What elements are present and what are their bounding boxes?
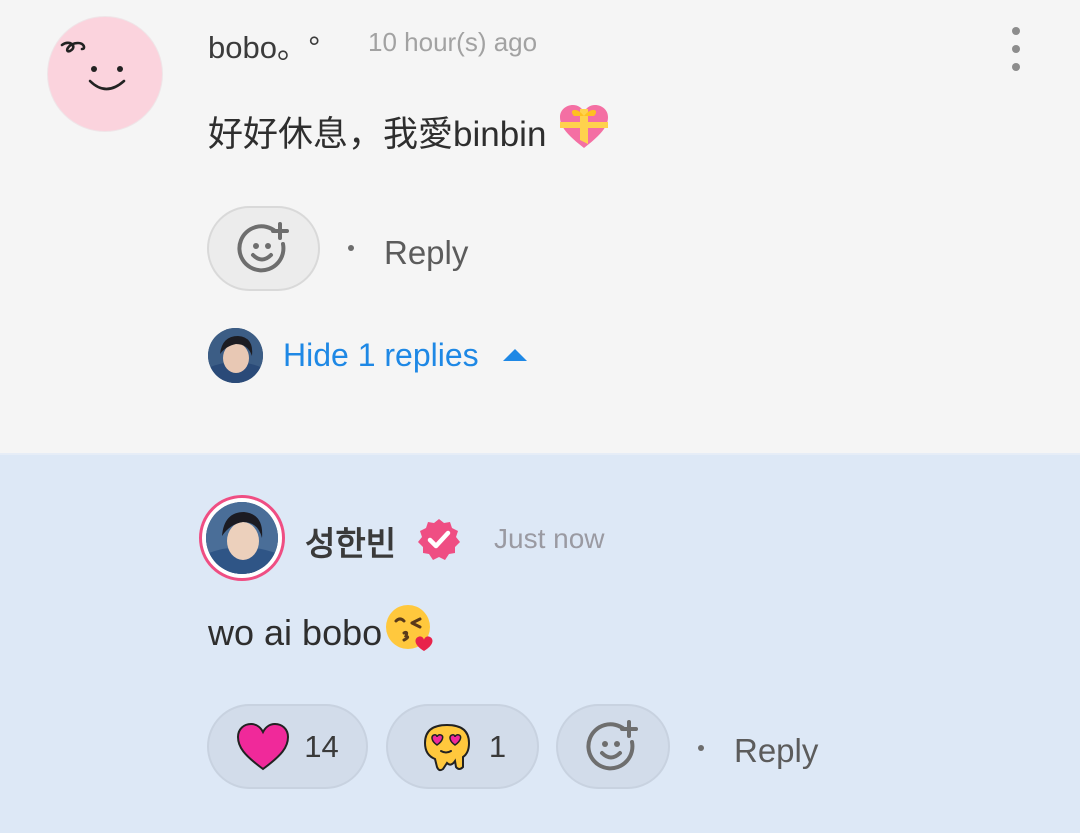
- reply-body: wo ai bobo: [208, 603, 434, 662]
- more-dot-icon: [1012, 27, 1020, 35]
- add-emoji-icon: [236, 221, 289, 272]
- heart-reaction-count: 14: [304, 728, 339, 764]
- more-options-button[interactable]: [996, 22, 1036, 76]
- comments-thread: bobo。° 10 hour(s) ago 好好休息，我愛binbin Repl…: [0, 0, 1080, 833]
- reply-text: wo ai bobo: [208, 611, 383, 653]
- comment-text: 好好休息，我愛binbin: [208, 115, 547, 154]
- reply-item: 성한빈 Just now wo ai bobo 14 1 Reply: [0, 453, 1080, 833]
- comment-timestamp: 10 hour(s) ago: [368, 27, 538, 57]
- avatar[interactable]: [47, 16, 163, 132]
- add-reaction-button[interactable]: [207, 206, 320, 291]
- avatar: [206, 502, 278, 574]
- reply-username[interactable]: 성한빈: [305, 517, 396, 565]
- comment-body: 好好休息，我愛binbin: [208, 104, 610, 159]
- melting-reaction-count: 1: [488, 728, 507, 764]
- face-blowing-kiss-icon: [384, 603, 434, 662]
- add-emoji-icon: [586, 719, 638, 770]
- melting-heart-eyes-icon: [423, 723, 470, 771]
- add-reaction-button[interactable]: [556, 704, 670, 789]
- separator-dot: [698, 745, 704, 751]
- melting-reaction-button[interactable]: 1: [386, 704, 539, 789]
- reply-avatar[interactable]: [199, 495, 285, 581]
- comment-item: bobo。° 10 hour(s) ago 好好休息，我愛binbin Repl…: [0, 0, 1080, 453]
- heart-icon: [237, 722, 290, 770]
- reply-button[interactable]: Reply: [384, 234, 468, 272]
- hide-replies-toggle[interactable]: Hide 1 replies: [208, 327, 527, 383]
- caret-up-icon: [502, 349, 527, 361]
- heart-with-ribbon-icon: [558, 104, 610, 159]
- heart-reaction-button[interactable]: 14: [207, 704, 368, 789]
- verified-badge-icon: [416, 517, 462, 563]
- reply-button[interactable]: Reply: [734, 732, 818, 770]
- separator-dot: [348, 245, 354, 251]
- reply-timestamp: Just now: [494, 523, 605, 554]
- more-dot-icon: [1012, 63, 1020, 71]
- replier-avatar: [208, 327, 263, 383]
- more-dot-icon: [1012, 45, 1020, 53]
- smiley-avatar-icon: [60, 41, 126, 91]
- hide-replies-label: Hide 1 replies: [283, 336, 479, 373]
- comment-username[interactable]: bobo。°: [208, 22, 320, 67]
